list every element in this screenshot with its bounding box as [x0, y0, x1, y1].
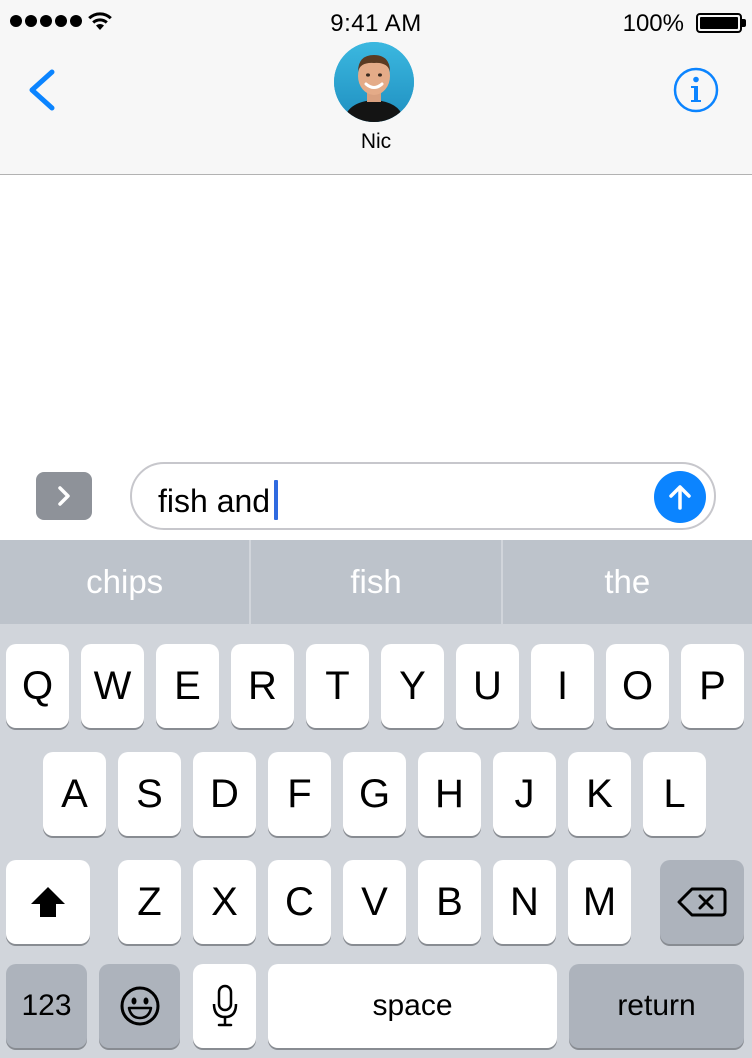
key-n[interactable]: N: [493, 860, 556, 944]
key-a[interactable]: A: [43, 752, 106, 836]
shift-key[interactable]: [6, 860, 90, 944]
conversation-header: Nic: [0, 42, 752, 175]
shift-arrow-icon: [31, 887, 65, 917]
key-o[interactable]: O: [606, 644, 669, 728]
emoji-key[interactable]: [99, 964, 180, 1048]
key-u[interactable]: U: [456, 644, 519, 728]
backspace-icon: [677, 887, 727, 917]
key-k[interactable]: K: [568, 752, 631, 836]
key-c[interactable]: C: [268, 860, 331, 944]
key-h[interactable]: H: [418, 752, 481, 836]
dictation-key[interactable]: [193, 964, 256, 1048]
emoji-smile-icon: [120, 986, 159, 1026]
text-cursor: [274, 480, 279, 520]
send-button[interactable]: [654, 471, 706, 523]
battery-percent: 100%: [622, 10, 684, 37]
suggestion-item[interactable]: fish: [251, 540, 500, 624]
key-q[interactable]: Q: [6, 644, 69, 728]
key-x[interactable]: X: [193, 860, 256, 944]
apps-expand-button[interactable]: [36, 472, 92, 520]
battery-tip: [742, 19, 746, 27]
contact-photo: [334, 42, 414, 122]
chevron-left-icon: [29, 69, 55, 111]
key-m[interactable]: M: [568, 860, 631, 944]
info-button[interactable]: [672, 66, 720, 114]
suggestion-item[interactable]: chips: [0, 540, 249, 624]
battery-icon: [696, 13, 742, 33]
avatar[interactable]: [334, 42, 414, 122]
key-t[interactable]: T: [306, 644, 369, 728]
back-button[interactable]: [22, 66, 66, 114]
key-d[interactable]: D: [193, 752, 256, 836]
predictive-text-bar: chips fish the: [0, 540, 752, 624]
compose-bar: fish and: [0, 460, 752, 540]
suggestion-item[interactable]: the: [503, 540, 752, 624]
contact-name[interactable]: Nic: [0, 130, 752, 154]
key-r[interactable]: R: [231, 644, 294, 728]
key-j[interactable]: J: [493, 752, 556, 836]
delete-key[interactable]: [660, 860, 744, 944]
key-y[interactable]: Y: [381, 644, 444, 728]
key-l[interactable]: L: [643, 752, 706, 836]
space-key[interactable]: space: [268, 964, 557, 1048]
key-i[interactable]: I: [531, 644, 594, 728]
numbers-key[interactable]: 123: [6, 964, 87, 1048]
info-icon: [673, 67, 719, 113]
key-g[interactable]: G: [343, 752, 406, 836]
key-v[interactable]: V: [343, 860, 406, 944]
return-key[interactable]: return: [569, 964, 744, 1048]
message-input[interactable]: fish and: [130, 462, 716, 530]
key-b[interactable]: B: [418, 860, 481, 944]
key-f[interactable]: F: [268, 752, 331, 836]
keyboard: chips fish the Q W E R T Y U I O P A S D…: [0, 540, 752, 1058]
key-e[interactable]: E: [156, 644, 219, 728]
microphone-icon: [212, 984, 237, 1027]
arrow-up-icon: [669, 485, 691, 510]
key-s[interactable]: S: [118, 752, 181, 836]
key-w[interactable]: W: [81, 644, 144, 728]
message-text-value: fish and: [158, 483, 271, 519]
status-bar: 9:41 AM 100%: [0, 0, 752, 48]
message-thread: [0, 175, 752, 460]
key-z[interactable]: Z: [118, 860, 181, 944]
key-p[interactable]: P: [681, 644, 744, 728]
message-input-text: fish and: [158, 480, 279, 520]
chevron-right-icon: [58, 486, 70, 506]
